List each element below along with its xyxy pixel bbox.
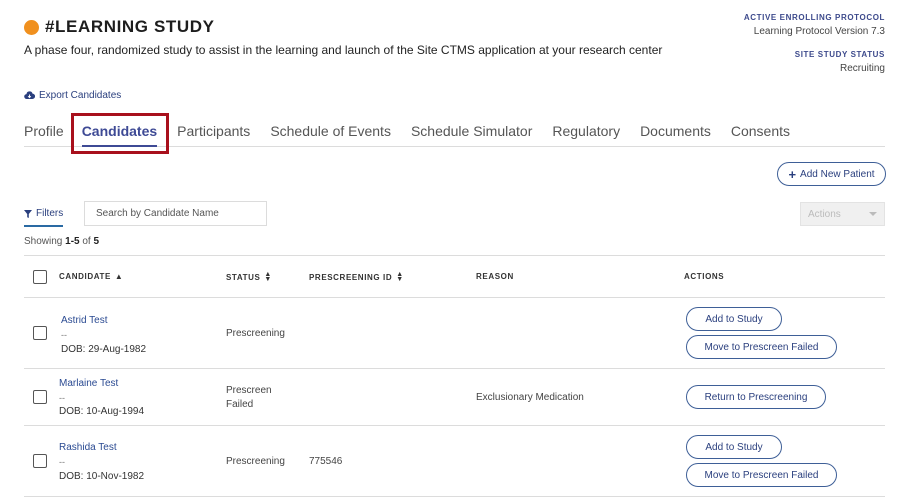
candidate-name-link[interactable]: Marlaine Test xyxy=(59,378,118,389)
tab-schedule-simulator[interactable]: Schedule Simulator xyxy=(411,120,532,147)
study-title: #LEARNING STUDY xyxy=(24,17,215,37)
column-prescreening-id[interactable]: PRESCREENING ID ▲ ▼ xyxy=(309,271,404,283)
status-dot-icon xyxy=(24,19,39,35)
column-actions: ACTIONS xyxy=(684,272,724,281)
candidate-prescreening-id: 775546 xyxy=(309,456,343,467)
candidate-status-line2: Failed xyxy=(226,399,254,410)
table-row: Astrid Test -- DOB: 29-Aug-1982 Prescree… xyxy=(24,298,885,369)
site-study-status: SITE STUDY STATUS Recruiting xyxy=(795,50,885,74)
column-candidate-label: CANDIDATE xyxy=(59,272,111,281)
candidate-subtext: -- xyxy=(59,457,65,467)
table-row: Rashida Test -- DOB: 10-Nov-1982 Prescre… xyxy=(24,426,885,497)
candidate-status: Prescreening xyxy=(226,456,285,467)
row-checkbox[interactable] xyxy=(33,454,47,468)
result-count: Showing 1-5 of 5 xyxy=(24,236,99,247)
cloud-download-icon xyxy=(24,91,35,99)
candidate-reason: Exclusionary Medication xyxy=(476,392,584,403)
sort-asc-icon: ▲ xyxy=(114,272,124,281)
showing-of: of xyxy=(82,236,91,247)
active-protocol-label: ACTIVE ENROLLING PROTOCOL xyxy=(743,13,885,22)
active-protocol: ACTIVE ENROLLING PROTOCOL Learning Proto… xyxy=(744,13,885,37)
tab-regulatory[interactable]: Regulatory xyxy=(552,120,620,147)
add-to-study-button[interactable]: Add to Study xyxy=(686,307,782,331)
export-candidates-label: Export Candidates xyxy=(39,90,122,101)
filters-toggle[interactable]: Filters xyxy=(24,208,64,227)
move-to-prescreen-failed-button[interactable]: Move to Prescreen Failed xyxy=(686,335,837,359)
sort-icon: ▲ ▼ xyxy=(396,271,404,283)
caret-down-icon xyxy=(869,212,877,216)
candidates-table: CANDIDATE ▲ STATUS ▲ ▼ PRESCREENING ID ▲ ▼… xyxy=(24,255,885,497)
candidate-dob: DOB: 29-Aug-1982 xyxy=(61,344,147,355)
active-protocol-value: Learning Protocol Version 7.3 xyxy=(753,26,885,37)
filter-icon xyxy=(24,209,32,218)
tab-participants[interactable]: Participants xyxy=(177,120,250,147)
column-status-label: STATUS xyxy=(226,272,261,282)
page-title: #LEARNING STUDY xyxy=(45,17,215,36)
candidate-name-link[interactable]: Rashida Test xyxy=(59,442,117,453)
table-header: CANDIDATE ▲ STATUS ▲ ▼ PRESCREENING ID ▲ ▼… xyxy=(24,255,885,298)
export-candidates-link[interactable]: Export Candidates xyxy=(24,90,121,101)
column-prescreening-id-label: PRESCREENING ID xyxy=(309,272,393,282)
tab-schedule-of-events[interactable]: Schedule of Events xyxy=(270,120,391,147)
actions-dropdown[interactable]: Actions xyxy=(800,202,885,226)
candidate-search-input[interactable] xyxy=(84,201,267,226)
actions-dropdown-label: Actions xyxy=(808,208,841,220)
candidate-status: Prescreening xyxy=(226,328,285,339)
return-to-prescreening-button[interactable]: Return to Prescreening xyxy=(686,385,826,409)
move-to-prescreen-failed-button[interactable]: Move to Prescreen Failed xyxy=(686,463,837,487)
plus-icon: + xyxy=(788,166,797,182)
column-status[interactable]: STATUS ▲ ▼ xyxy=(226,271,272,283)
showing-total: 5 xyxy=(93,236,100,247)
showing-prefix: Showing xyxy=(24,236,63,247)
candidate-status-line1: Prescreen xyxy=(226,385,272,396)
filters-label: Filters xyxy=(36,208,64,219)
candidate-dob: DOB: 10-Nov-1982 xyxy=(59,471,145,482)
add-to-study-button[interactable]: Add to Study xyxy=(686,435,782,459)
sort-icon: ▲ ▼ xyxy=(264,271,272,283)
add-new-patient-button[interactable]: + Add New Patient xyxy=(777,162,886,186)
tab-consents[interactable]: Consents xyxy=(731,120,790,147)
site-status-label: SITE STUDY STATUS xyxy=(794,50,885,59)
column-reason: REASON xyxy=(476,272,514,281)
add-new-patient-label: Add New Patient xyxy=(800,168,875,180)
row-checkbox[interactable] xyxy=(33,390,47,404)
column-actions-label: ACTIONS xyxy=(684,272,725,281)
tab-candidates[interactable]: Candidates xyxy=(81,120,158,147)
tab-bar: Profile Candidates Participants Schedule… xyxy=(24,120,885,147)
candidate-subtext: -- xyxy=(61,330,67,340)
candidate-subtext: -- xyxy=(59,393,65,403)
study-description: A phase four, randomized study to assist… xyxy=(24,43,663,57)
column-reason-label: REASON xyxy=(476,272,514,281)
column-candidate[interactable]: CANDIDATE ▲ xyxy=(59,272,123,281)
table-row: Marlaine Test -- DOB: 10-Aug-1994 Prescr… xyxy=(24,369,885,426)
site-status-value: Recruiting xyxy=(839,63,885,74)
candidate-name-link[interactable]: Astrid Test xyxy=(61,315,108,326)
row-checkbox[interactable] xyxy=(33,326,47,340)
candidate-dob: DOB: 10-Aug-1994 xyxy=(59,406,145,417)
tab-documents[interactable]: Documents xyxy=(640,120,711,147)
select-all-checkbox[interactable] xyxy=(33,270,47,284)
tab-profile[interactable]: Profile xyxy=(24,120,64,147)
showing-range: 1-5 xyxy=(65,236,80,247)
